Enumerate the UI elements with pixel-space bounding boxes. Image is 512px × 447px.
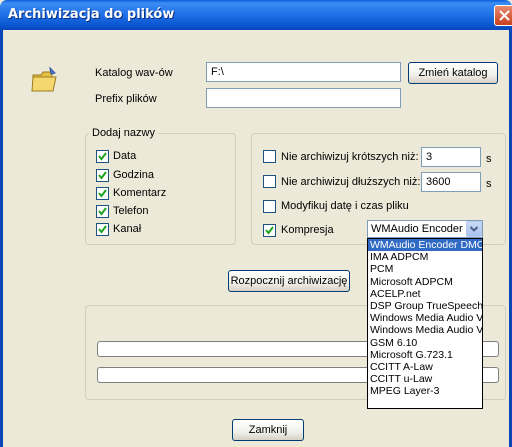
shorter-unit: s [486,153,492,165]
codec-option[interactable]: WMAudio Encoder DMO [368,239,482,252]
codec-option[interactable]: IMA ADPCM [368,251,482,263]
checkbox-label: Telefon [113,205,149,217]
codec-option[interactable]: MPEG Layer-3 [368,385,482,397]
checkbox-box[interactable] [96,205,109,218]
codec-option[interactable]: Windows Media Audio V [368,312,482,324]
checkbox-label: Data [113,150,137,162]
checkbox-box[interactable] [96,169,109,182]
catalog-input[interactable] [206,62,401,82]
window-border-left [0,30,3,447]
checkmark-icon [98,171,107,180]
codec-option[interactable]: CCITT u-Law [368,373,482,385]
checkbox-label: Kanał [113,223,142,235]
prefix-label: Prefix plików [95,93,157,105]
longer-checkbox[interactable] [263,175,276,188]
longer-unit: s [486,178,492,190]
checkbox-box[interactable] [96,187,109,200]
close-icon [499,10,510,21]
codec-dropdown-list[interactable]: WMAudio Encoder DMO IMA ADPCM PCM Micros… [367,238,483,409]
close-window-button[interactable] [494,5,512,26]
shorter-label: Nie archiwizuj krótszych niż: [281,151,419,163]
names-group-title: Dodaj nazwy [89,127,158,139]
longer-input[interactable] [421,172,481,192]
checkbox-label: Komentarz [113,187,167,199]
codec-option[interactable]: GSM 6.10 [368,337,482,349]
checkmark-icon [98,225,107,234]
checkmark-icon [98,152,107,161]
checkbox-label: Godzina [113,169,154,181]
chevron-down-icon [469,226,479,232]
checkbox-box[interactable] [96,150,109,163]
codec-option[interactable]: Microsoft G.723.1 [368,349,482,361]
modify-date-checkbox[interactable] [263,200,276,213]
checkmark-icon [265,226,274,235]
compress-checkbox[interactable] [263,224,276,237]
codec-option[interactable]: Microsoft ADPCM [368,276,482,288]
codec-option[interactable]: DSP Group TrueSpeech [368,300,482,312]
checkbox-box[interactable] [96,223,109,236]
codec-option[interactable]: Windows Media Audio V [368,324,482,336]
start-archiving-button[interactable]: Rozpocznij archiwizację [228,270,350,292]
modify-date-label: Modyfikuj datę i czas pliku [281,200,409,212]
compress-label: Kompresja [281,224,334,236]
codec-option[interactable]: CCITT A-Law [368,361,482,373]
shorter-checkbox[interactable] [263,150,276,163]
checkmark-icon [98,189,107,198]
codec-option[interactable]: PCM [368,263,482,275]
codec-option[interactable]: ACELP.net [368,288,482,300]
checkmark-icon [98,207,107,216]
dropdown-arrow-button[interactable] [466,221,482,237]
catalog-label: Katalog wav-ów [95,67,173,79]
close-button[interactable]: Zamknij [232,419,304,441]
longer-label: Nie archiwizuj dłuższych niż: [281,176,421,188]
prefix-input[interactable] [206,88,401,108]
shorter-input[interactable] [421,147,481,167]
change-catalog-button[interactable]: Zmień katalog [408,62,498,84]
window-title: Archiwizacja do plików [8,7,175,22]
codec-select[interactable]: WMAudio Encoder DM [367,220,483,238]
folder-icon [30,65,62,97]
